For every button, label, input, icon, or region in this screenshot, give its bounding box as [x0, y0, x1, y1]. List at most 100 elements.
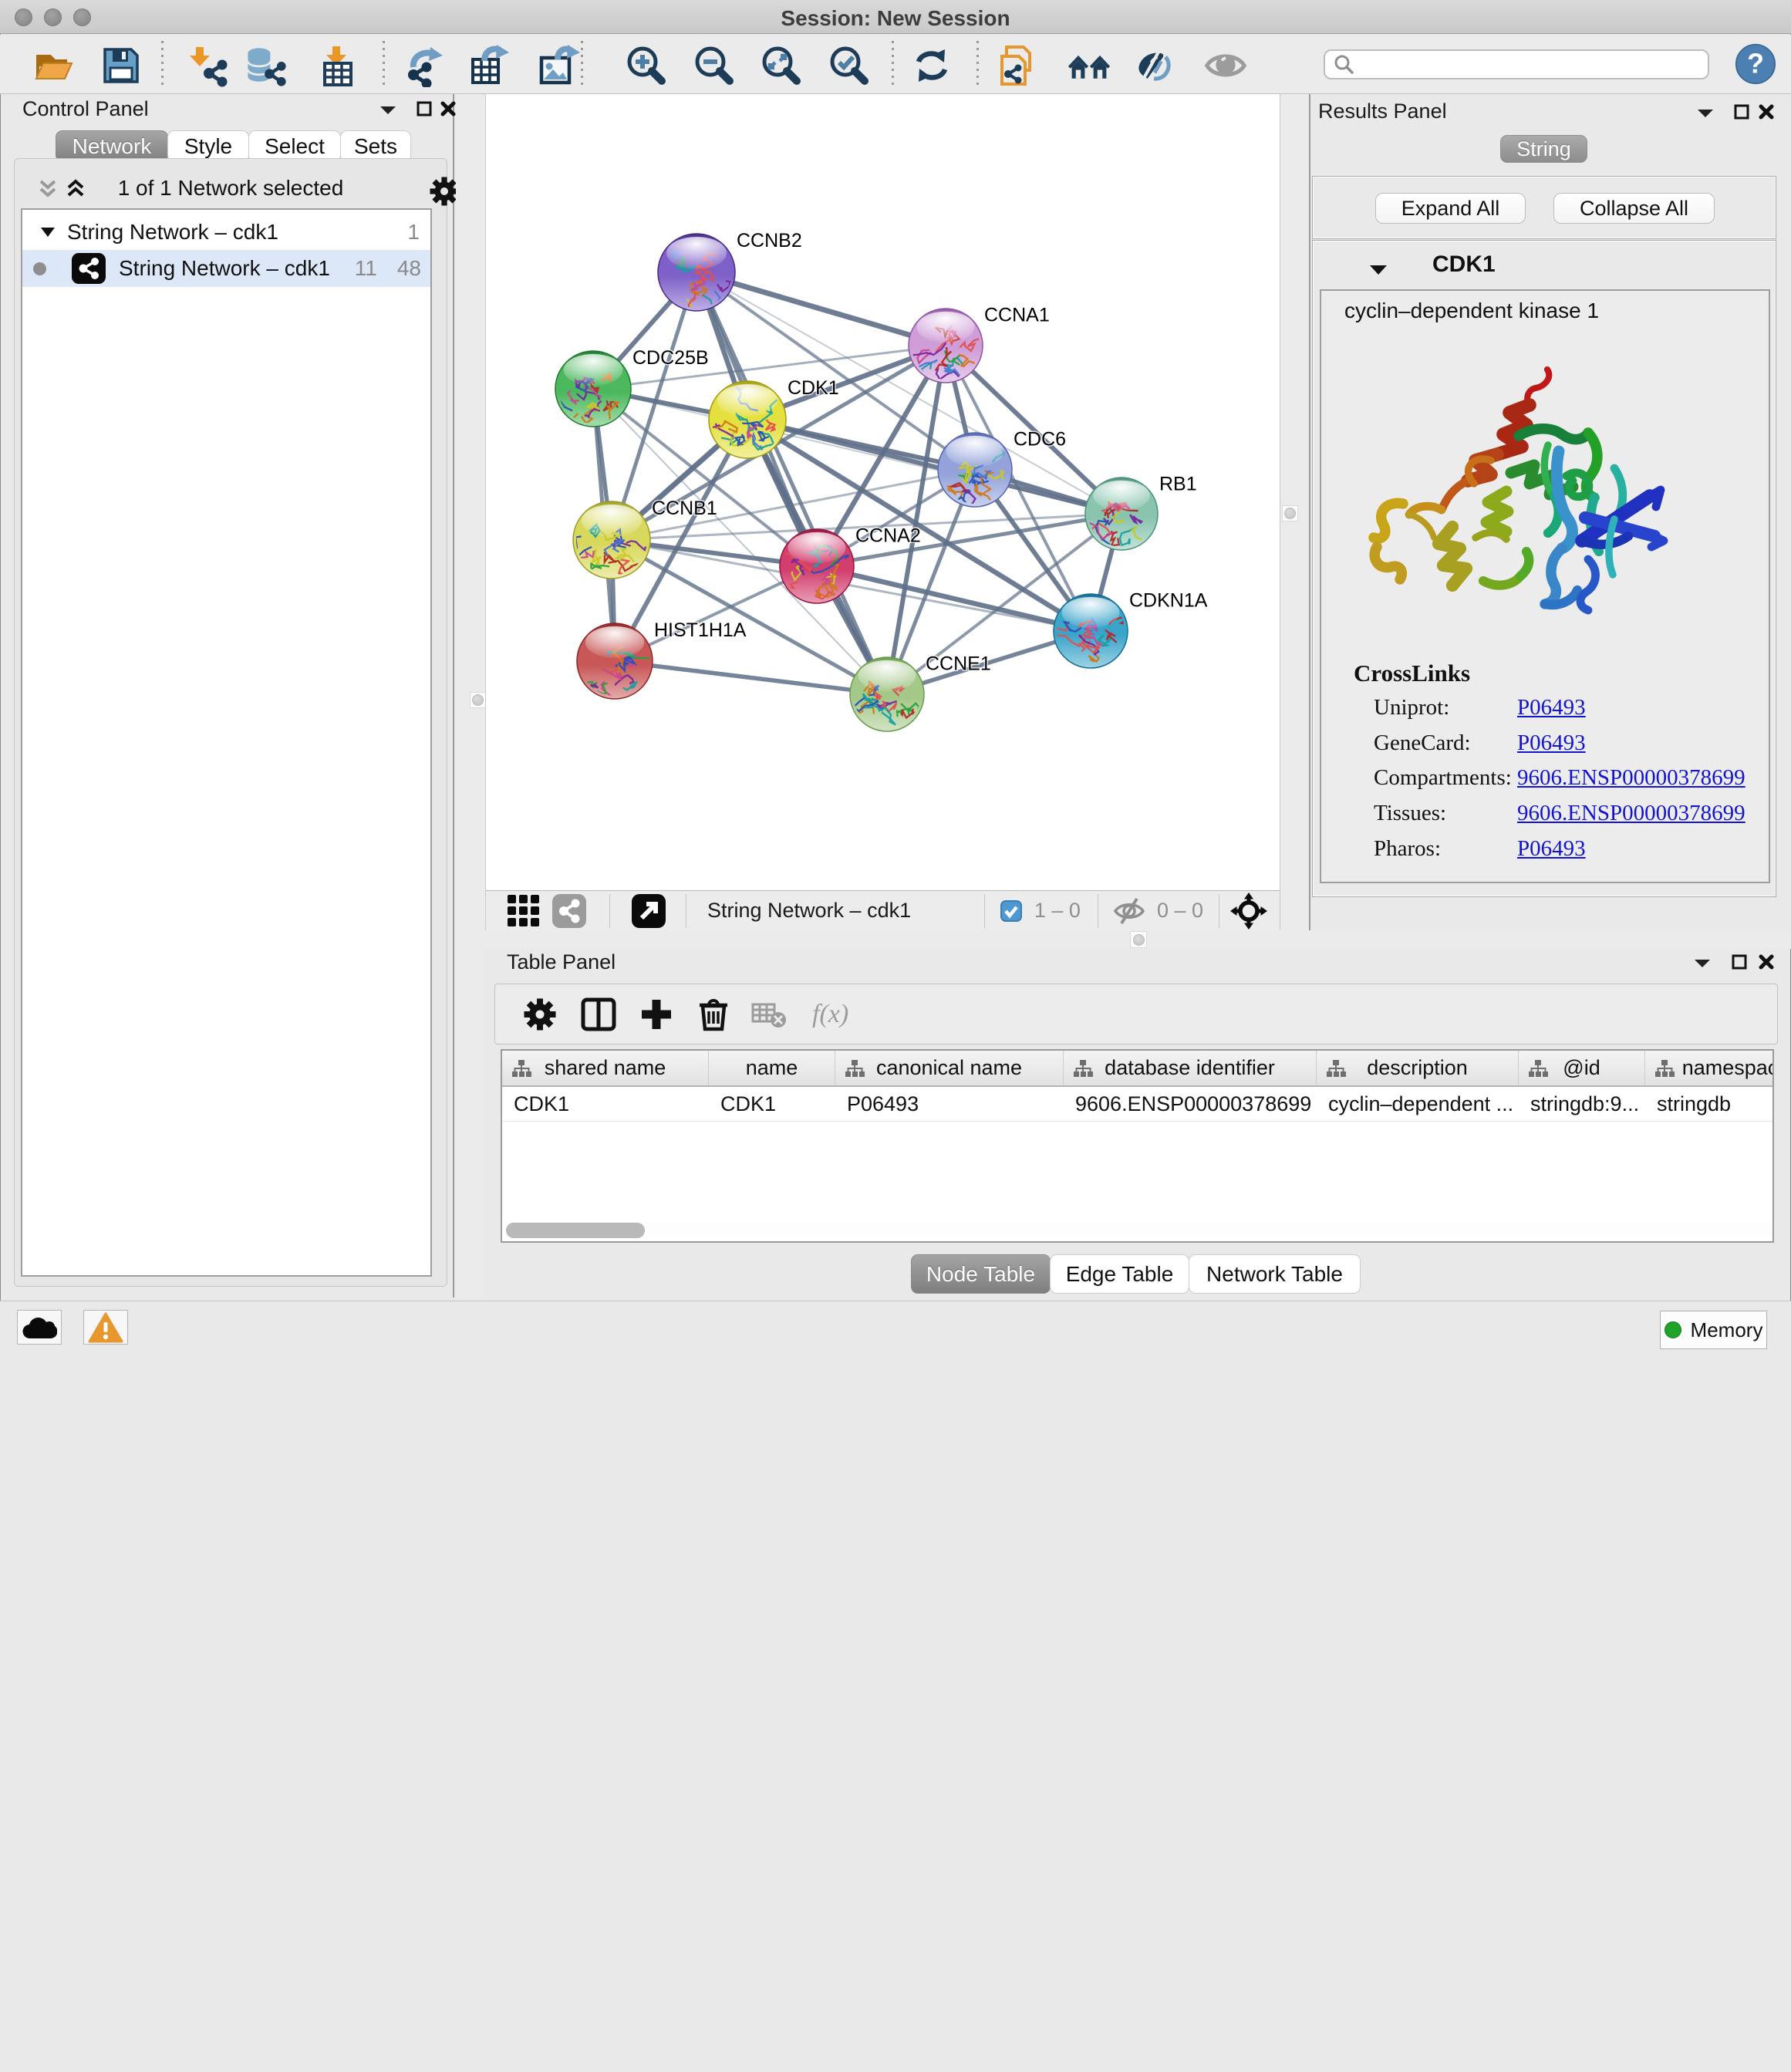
- birds-eye-grid-button[interactable]: [506, 893, 541, 929]
- collection-name: String Network – cdk1: [67, 220, 407, 245]
- maximize-panel-button[interactable]: [1731, 953, 1748, 974]
- hidden-elements-icon[interactable]: [1112, 897, 1146, 925]
- tab-select[interactable]: Select: [248, 130, 341, 162]
- function-builder-button[interactable]: f(x): [812, 1000, 848, 1029]
- search-input[interactable]: [1356, 53, 1695, 76]
- collapse-all-networks-button[interactable]: [36, 179, 59, 204]
- export-image-button[interactable]: [538, 44, 581, 87]
- import-table-from-file-button[interactable]: [315, 44, 358, 87]
- tree-expander-icon[interactable]: [39, 226, 56, 238]
- float-panel-button[interactable]: [1693, 957, 1712, 974]
- export-table-button[interactable]: [467, 44, 511, 87]
- tab-style[interactable]: Style: [167, 130, 249, 162]
- crosslink-value-link[interactable]: 9606.ENSP00000378699: [1517, 801, 1745, 826]
- column-header-canonical-name[interactable]: canonical name: [835, 1051, 1064, 1085]
- memory-button[interactable]: Memory: [1660, 1311, 1767, 1349]
- collapse-gene-button[interactable]: [1368, 262, 1388, 282]
- column-header-name[interactable]: name: [709, 1051, 835, 1085]
- column-header-namespace[interactable]: namespace: [1645, 1051, 1774, 1085]
- share-network-button[interactable]: [551, 893, 587, 929]
- tab-sets[interactable]: Sets: [340, 130, 411, 162]
- refresh-button[interactable]: [910, 44, 953, 87]
- right-splitter[interactable]: [1281, 94, 1309, 930]
- export-network-button[interactable]: [406, 44, 449, 87]
- eye-slash-icon: [1134, 44, 1177, 87]
- zoom-fit-button[interactable]: [760, 44, 803, 87]
- open-in-new-window-button[interactable]: [631, 893, 666, 929]
- bottom-splitter[interactable]: [456, 930, 1791, 949]
- column-header-database-identifier[interactable]: database identifier: [1064, 1051, 1317, 1085]
- tab-edge-table[interactable]: Edge Table: [1050, 1254, 1189, 1294]
- column-header-shared-name[interactable]: shared name: [502, 1051, 709, 1085]
- create-column-button[interactable]: [639, 997, 674, 1032]
- crosslink-value-link[interactable]: P06493: [1517, 836, 1586, 862]
- copy-network-button[interactable]: [996, 44, 1039, 87]
- show-all-button[interactable]: [1204, 44, 1247, 87]
- column-label: description: [1367, 1056, 1468, 1080]
- help-button[interactable]: ?: [1734, 42, 1777, 86]
- column-header--id[interactable]: @id: [1519, 1051, 1645, 1085]
- network-node-CCNE1[interactable]: CCNE1: [850, 653, 991, 731]
- import-network-from-file-button[interactable]: [187, 44, 230, 87]
- delete-table-button[interactable]: [751, 998, 788, 1031]
- show-column-selector-button[interactable]: [581, 997, 616, 1031]
- expand-all-button[interactable]: Expand All: [1375, 193, 1526, 224]
- hide-selected-button[interactable]: [1134, 44, 1177, 87]
- node-label-RB1: RB1: [1159, 474, 1197, 495]
- network-tree: String Network – cdk1 1 String Network –…: [21, 208, 432, 1277]
- crosslink-value-link[interactable]: 9606.ENSP00000378699: [1517, 765, 1745, 791]
- open-session-button[interactable]: [32, 44, 76, 87]
- zoom-selected-button[interactable]: [828, 44, 871, 87]
- left-splitter-handle[interactable]: [470, 692, 486, 708]
- close-panel-button[interactable]: [1758, 953, 1775, 974]
- right-splitter-handle[interactable]: [1282, 505, 1298, 521]
- fit-content-crosshair-button[interactable]: [1230, 893, 1267, 930]
- cloud-services-button[interactable]: [17, 1310, 62, 1345]
- column-header-description[interactable]: description: [1317, 1051, 1519, 1085]
- float-panel-button[interactable]: [1696, 106, 1715, 124]
- network-collection-row[interactable]: String Network – cdk1 1: [22, 214, 430, 250]
- save-session-button[interactable]: [100, 44, 143, 87]
- tab-network-table[interactable]: Network Table: [1189, 1254, 1361, 1294]
- float-panel-button[interactable]: [379, 103, 397, 121]
- bottom-splitter-handle[interactable]: [1130, 931, 1147, 948]
- crosslink-value-link[interactable]: P06493: [1517, 731, 1586, 756]
- close-panel-button[interactable]: [1758, 103, 1775, 124]
- selected-count: 1 – 0: [1034, 899, 1081, 923]
- table-horizontal-scrollbar[interactable]: [504, 1222, 1772, 1239]
- zoom-out-button[interactable]: [693, 44, 736, 87]
- table-options-button[interactable]: [523, 997, 557, 1031]
- network-canvas[interactable]: CCNB2CCNA1CDC25BCDK1CDC6RB1CCNB1CCNA2CDK…: [486, 94, 1280, 890]
- table-row[interactable]: CDK1CDK1P064939606.ENSP00000378699cyclin…: [502, 1087, 1772, 1122]
- network-node-HIST1H1A[interactable]: HIST1H1A: [577, 619, 747, 701]
- network-node-CDKN1A[interactable]: CDKN1A: [1054, 590, 1208, 668]
- network-edge-HIST1H1A-CCNE1[interactable]: [615, 661, 887, 694]
- expand-all-networks-button[interactable]: [64, 179, 87, 204]
- network-node-CCNB2[interactable]: CCNB2: [658, 230, 802, 323]
- zoom-in-button[interactable]: [625, 44, 668, 87]
- network-node-RB1[interactable]: RB1: [1082, 474, 1197, 555]
- crosslink-value-link[interactable]: P06493: [1517, 695, 1586, 720]
- network-row-selected[interactable]: String Network – cdk1 11 48: [22, 250, 430, 287]
- collapse-all-button[interactable]: Collapse All: [1553, 193, 1715, 224]
- maximize-panel-button[interactable]: [1733, 103, 1750, 124]
- network-options-button[interactable]: [429, 176, 460, 211]
- warnings-button[interactable]: [83, 1310, 128, 1345]
- selected-nodes-checkbox[interactable]: [1000, 900, 1022, 922]
- close-panel-button[interactable]: [440, 100, 457, 121]
- toolbar-divider: [976, 41, 979, 89]
- tab-node-table[interactable]: Node Table: [911, 1254, 1051, 1294]
- tab-string[interactable]: String: [1500, 135, 1587, 163]
- delete-column-button[interactable]: [696, 997, 730, 1032]
- node-label-CDKN1A: CDKN1A: [1129, 590, 1208, 612]
- left-splitter[interactable]: [456, 94, 485, 1298]
- search-field[interactable]: [1324, 49, 1709, 79]
- network-node-CCNA2[interactable]: CCNA2: [775, 525, 921, 603]
- first-neighbors-button[interactable]: [1068, 44, 1111, 87]
- tab-network[interactable]: Network: [56, 130, 168, 162]
- network-selection-status: 1 of 1 Network selected: [92, 176, 369, 201]
- maximize-panel-button[interactable]: [416, 100, 433, 121]
- import-network-from-database-button[interactable]: [244, 44, 287, 87]
- node-label-CCNB2: CCNB2: [737, 230, 802, 251]
- scrollbar-thumb[interactable]: [506, 1223, 645, 1238]
